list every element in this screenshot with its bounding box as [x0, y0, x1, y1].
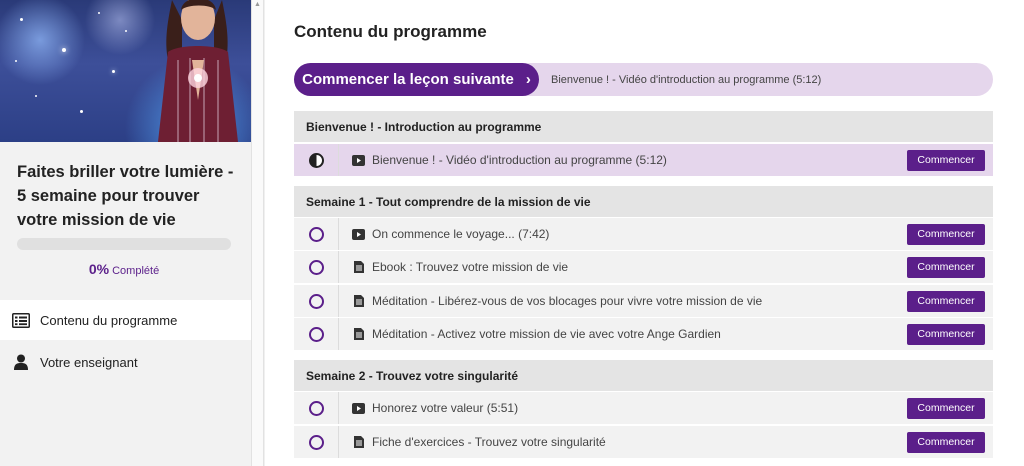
empty-circle-icon	[308, 293, 324, 309]
chevron-right-icon: ›	[525, 71, 531, 88]
section-header: Semaine 2 - Trouvez votre singularité	[294, 360, 993, 391]
lesson-status	[294, 285, 339, 317]
lesson-title: Honorez votre valeur (5:51)	[372, 401, 519, 415]
page-title: Contenu du programme	[294, 22, 487, 41]
start-lesson-button[interactable]: Commencer	[907, 397, 985, 419]
lesson-status	[294, 144, 339, 176]
sidebar: Faites briller votre lumière - 5 semaine…	[0, 0, 251, 466]
lesson-title: Bienvenue ! - Vidéo d'introduction au pr…	[372, 153, 667, 167]
lesson-row[interactable]: Bienvenue ! - Vidéo d'introduction au pr…	[294, 144, 993, 176]
half-filled-circle-icon	[308, 152, 324, 168]
lesson-title: Méditation - Activez votre mission de vi…	[372, 327, 721, 341]
start-lesson-button[interactable]: Commencer	[907, 290, 985, 312]
meditating-woman-illustration	[158, 0, 238, 142]
lesson-row[interactable]: Méditation - Activez votre mission de vi…	[294, 318, 993, 350]
next-lesson-title: Bienvenue ! - Vidéo d'introduction au pr…	[551, 73, 822, 86]
lesson-row[interactable]: Honorez votre valeur (5:51) Commencer	[294, 392, 993, 424]
empty-circle-icon	[308, 226, 324, 242]
start-lesson-button[interactable]: Commencer	[907, 256, 985, 278]
lesson-row[interactable]: On commence le voyage... (7:42) Commence…	[294, 218, 993, 250]
sidebar-scrollbar[interactable]: ▲	[251, 0, 264, 466]
lesson-status	[294, 218, 339, 250]
document-icon	[352, 328, 365, 341]
nav-item-course-content[interactable]: Contenu du programme	[0, 300, 251, 340]
document-icon	[352, 261, 365, 274]
list-icon	[12, 311, 30, 329]
main-content: Contenu du programme Commencer la leçon …	[265, 0, 1024, 466]
start-lesson-button[interactable]: Commencer	[907, 431, 985, 453]
lesson-title: Fiche d'exercices - Trouvez votre singul…	[372, 435, 606, 449]
video-icon	[352, 228, 365, 241]
start-lesson-button[interactable]: Commencer	[907, 149, 985, 171]
document-icon	[352, 295, 365, 308]
video-icon	[352, 154, 365, 167]
course-progress-bar	[17, 238, 231, 250]
start-next-lesson-label: Commencer la leçon suivante	[302, 71, 514, 88]
document-icon	[352, 436, 365, 449]
empty-circle-icon	[308, 434, 324, 450]
lesson-row[interactable]: Méditation - Libérez-vous de vos blocage…	[294, 285, 993, 317]
section-header: Semaine 1 - Tout comprendre de la missio…	[294, 186, 993, 217]
progress-text: Complété	[112, 265, 160, 277]
next-lesson-bar: Commencer la leçon suivante › Bienvenue …	[294, 63, 993, 96]
nav-item-label: Votre enseignant	[40, 354, 138, 370]
empty-circle-icon	[308, 326, 324, 342]
progress-percent: 0%	[88, 261, 110, 277]
course-hero-image	[0, 0, 251, 142]
lesson-row[interactable]: Ebook : Trouvez votre mission de vie Com…	[294, 251, 993, 283]
nav-item-instructor[interactable]: Votre enseignant	[0, 342, 251, 382]
nav-item-label: Contenu du programme	[40, 312, 178, 328]
lesson-title: On commence le voyage... (7:42)	[372, 227, 550, 241]
course-progress-label: 0% Complété	[0, 261, 248, 277]
course-title: Faites briller votre lumière - 5 semaine…	[17, 163, 234, 229]
start-next-lesson-button[interactable]: Commencer la leçon suivante ›	[294, 63, 539, 96]
scroll-up-arrow-icon[interactable]: ▲	[254, 1, 261, 8]
lesson-title: Méditation - Libérez-vous de vos blocage…	[372, 294, 763, 308]
lesson-status	[294, 318, 339, 350]
lesson-title: Ebook : Trouvez votre mission de vie	[372, 260, 569, 274]
user-icon	[12, 353, 30, 371]
section-header: Bienvenue ! - Introduction au programme	[294, 111, 993, 142]
video-icon	[352, 402, 365, 415]
start-lesson-button[interactable]: Commencer	[907, 323, 985, 345]
empty-circle-icon	[308, 259, 324, 275]
lesson-status	[294, 251, 339, 283]
lesson-status	[294, 392, 339, 424]
lesson-status	[294, 426, 339, 458]
start-lesson-button[interactable]: Commencer	[907, 223, 985, 245]
empty-circle-icon	[308, 400, 324, 416]
lesson-row[interactable]: Fiche d'exercices - Trouvez votre singul…	[294, 426, 993, 458]
